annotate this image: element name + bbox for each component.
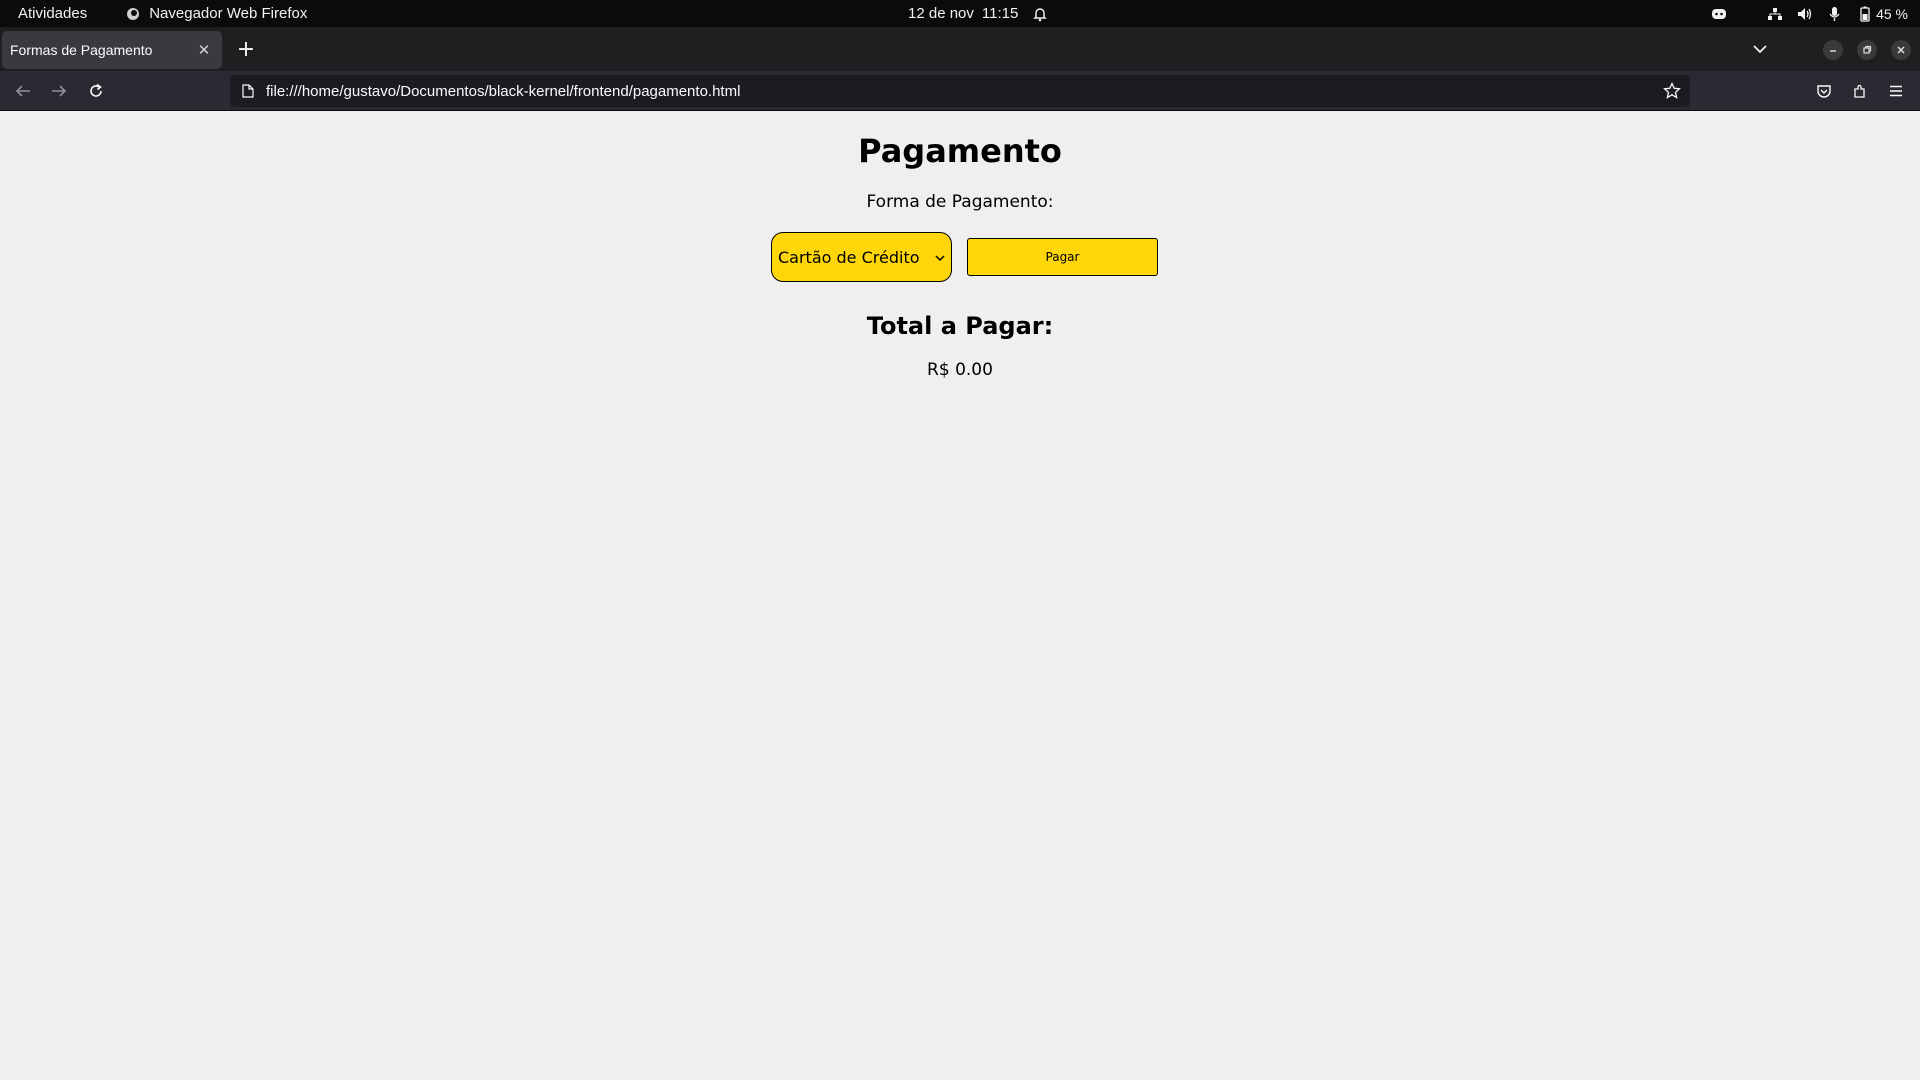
- close-icon: [1897, 46, 1905, 54]
- battery-icon: [1857, 6, 1873, 22]
- page-title: Pagamento: [858, 132, 1062, 170]
- page-content: Pagamento Forma de Pagamento: Cartão de …: [0, 112, 1920, 1080]
- arrow-right-icon: [52, 85, 67, 97]
- pay-button[interactable]: Pagar: [967, 238, 1158, 276]
- battery-indicator[interactable]: 45 %: [1857, 6, 1908, 22]
- address-bar[interactable]: file:///home/gustavo/Documentos/black-ke…: [230, 75, 1690, 107]
- payment-method-value: Cartão de Crédito: [778, 247, 920, 267]
- payment-method-select[interactable]: Cartão de Crédito: [771, 232, 952, 282]
- list-all-tabs-button[interactable]: [1744, 35, 1776, 63]
- close-window-button[interactable]: [1891, 40, 1911, 60]
- payment-method-label: Forma de Pagamento:: [866, 192, 1054, 212]
- bookmark-star-icon[interactable]: [1662, 81, 1682, 101]
- back-button[interactable]: [7, 76, 39, 106]
- puzzle-icon: [1854, 84, 1865, 98]
- total-title: Total a Pagar:: [866, 312, 1054, 340]
- firefox-icon: [125, 6, 141, 22]
- chevron-down-icon: [933, 248, 947, 268]
- close-tab-icon[interactable]: ✕: [194, 40, 214, 60]
- clock[interactable]: 12 de nov 11:15: [908, 0, 1048, 27]
- microphone-icon[interactable]: [1827, 6, 1843, 22]
- notification-bell-icon: [1032, 6, 1048, 22]
- minimize-button[interactable]: [1823, 40, 1843, 60]
- tab-formas-de-pagamento[interactable]: Formas de Pagamento ✕: [2, 31, 222, 69]
- tab-strip: Formas de Pagamento ✕ +: [0, 27, 1920, 71]
- tab-title: Formas de Pagamento: [10, 42, 153, 58]
- network-icon[interactable]: [1767, 6, 1783, 22]
- chevron-down-icon: [1753, 45, 1767, 53]
- date-text: 12 de nov: [908, 5, 974, 22]
- reload-button[interactable]: [80, 76, 112, 106]
- reload-icon: [90, 83, 102, 97]
- app-menu[interactable]: Navegador Web Firefox: [125, 5, 307, 22]
- hamburger-menu-icon: [1890, 85, 1902, 97]
- total-value: R$ 0.00: [927, 360, 993, 380]
- app-menu-button[interactable]: [1880, 76, 1912, 106]
- forward-button[interactable]: [43, 76, 75, 106]
- activities-button[interactable]: Atividades: [18, 5, 87, 22]
- navigation-toolbar: file:///home/gustavo/Documentos/black-ke…: [0, 71, 1920, 111]
- restore-button[interactable]: [1857, 40, 1877, 60]
- minimize-icon: [1830, 50, 1836, 52]
- new-tab-button[interactable]: +: [232, 35, 260, 63]
- extensions-button[interactable]: [1844, 76, 1876, 106]
- time-text: 11:15: [981, 5, 1019, 22]
- pocket-icon: [1817, 85, 1831, 98]
- discord-icon[interactable]: [1711, 6, 1727, 22]
- battery-percent: 45 %: [1876, 5, 1908, 22]
- app-name: Navegador Web Firefox: [149, 5, 308, 22]
- system-top-bar: Atividades Navegador Web Firefox 12 de n…: [0, 0, 1920, 27]
- url-text[interactable]: file:///home/gustavo/Documentos/black-ke…: [266, 83, 740, 100]
- page-icon[interactable]: [240, 83, 256, 99]
- restore-icon: [1863, 45, 1872, 54]
- volume-icon[interactable]: [1797, 6, 1813, 22]
- arrow-left-icon: [15, 85, 30, 97]
- pocket-button[interactable]: [1808, 76, 1840, 106]
